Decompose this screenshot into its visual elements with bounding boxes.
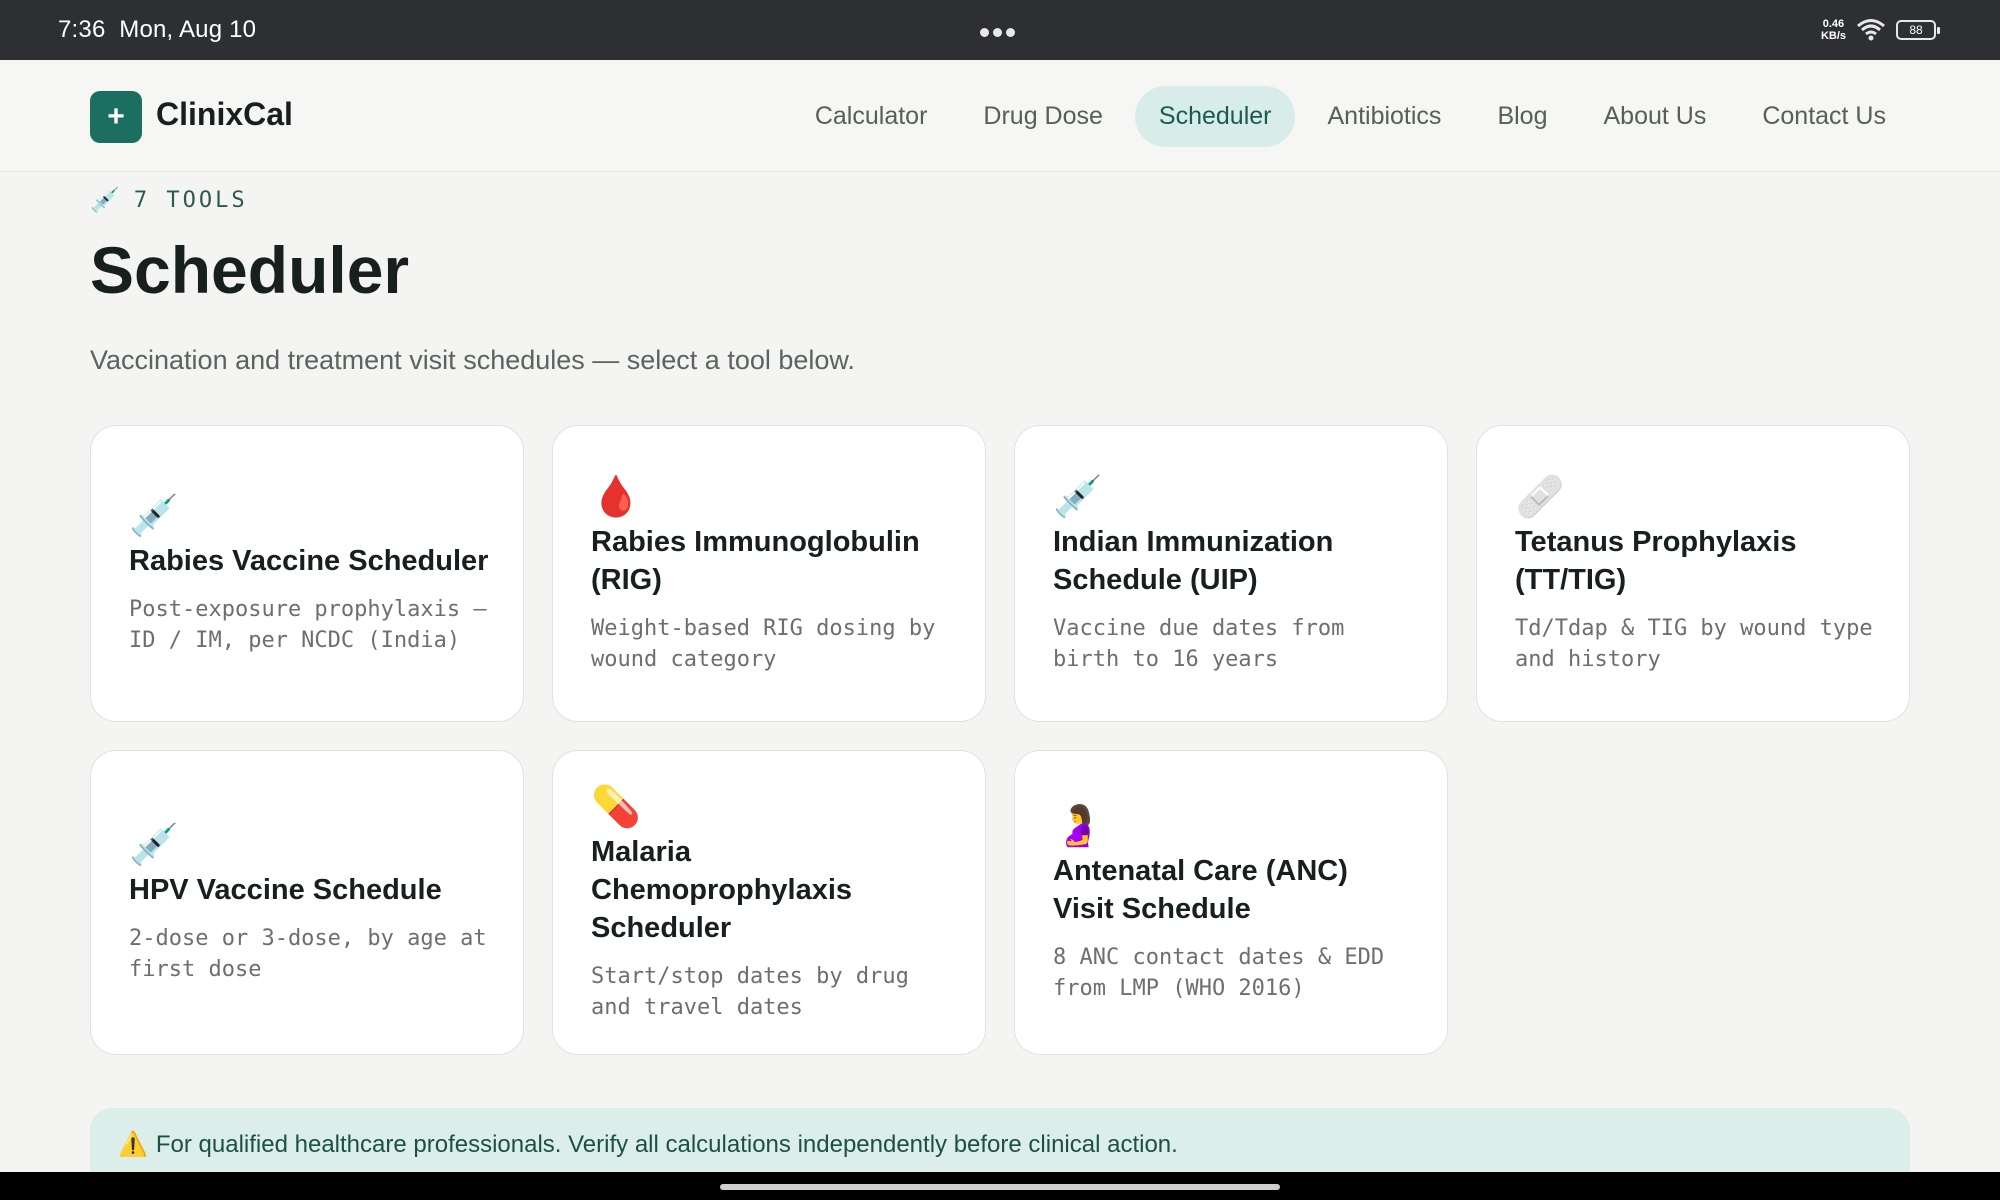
- page-title: Scheduler: [90, 233, 410, 307]
- card-description: Post-exposure prophylaxis — ID / IM, per…: [129, 596, 487, 653]
- syringe-icon: 💉: [129, 822, 179, 867]
- logo-plus-icon[interactable]: +: [90, 91, 142, 143]
- system-nav-bar: [0, 1172, 2000, 1200]
- battery-icon: 88: [1896, 20, 1940, 40]
- battery-level: 88: [1909, 23, 1923, 37]
- tools-count-eyebrow: 💉 7 TOOLS: [90, 186, 248, 215]
- more-dots-icon[interactable]: [980, 24, 1020, 37]
- card-title: Malaria Chemoprophylaxis Scheduler: [591, 835, 853, 944]
- card-title: Rabies Immunoglobulin (RIG): [591, 525, 920, 596]
- nav-about-us[interactable]: About Us: [1579, 86, 1730, 147]
- card-description: Start/stop dates by drug and travel date…: [591, 963, 909, 1020]
- card-antenatal-care-visit-schedule[interactable]: 🤰 Antenatal Care (ANC) Visit Schedule 8 …: [1014, 750, 1448, 1055]
- card-malaria-chemoprophylaxis-scheduler[interactable]: 💊 Malaria Chemoprophylaxis Scheduler Sta…: [552, 750, 986, 1055]
- status-time: 7:36 Mon, Aug 10: [58, 16, 256, 44]
- card-hpv-vaccine-schedule[interactable]: 💉 HPV Vaccine Schedule 2-dose or 3-dose,…: [90, 750, 524, 1055]
- pregnant-woman-icon: 🤰: [1053, 803, 1103, 848]
- syringe-icon: 💉: [1053, 474, 1103, 519]
- nav-calculator[interactable]: Calculator: [791, 86, 952, 147]
- network-speed: 0.46 KB/s: [1820, 18, 1846, 42]
- site-header: + ClinixCal Calculator Drug Dose Schedul…: [0, 60, 2000, 172]
- disclaimer-text: For qualified healthcare professionals. …: [155, 1130, 1178, 1158]
- pill-icon: 💊: [591, 784, 641, 829]
- card-rabies-vaccine-scheduler[interactable]: 💉 Rabies Vaccine Scheduler Post-exposure…: [90, 425, 524, 722]
- card-title: Rabies Vaccine Scheduler: [129, 544, 489, 577]
- card-description: Vaccine due dates from birth to 16 years: [1053, 615, 1345, 672]
- nav-contact-us[interactable]: Contact Us: [1738, 86, 1910, 147]
- card-description: 8 ANC contact dates & EDD from LMP (WHO …: [1053, 944, 1385, 1001]
- card-title: HPV Vaccine Schedule: [129, 873, 442, 906]
- card-title: Tetanus Prophylaxis (TT/TIG): [1515, 525, 1797, 596]
- wifi-icon: [1857, 19, 1885, 41]
- blood-drop-icon: 🩸: [591, 474, 641, 519]
- card-title: Indian Immunization Schedule (UIP): [1053, 525, 1334, 596]
- card-title: Antenatal Care (ANC) Visit Schedule: [1053, 854, 1348, 925]
- nav-scheduler[interactable]: Scheduler: [1134, 86, 1296, 147]
- brand-name[interactable]: ClinixCal: [156, 96, 293, 133]
- card-rabies-immunoglobulin[interactable]: 🩸 Rabies Immunoglobulin (RIG) Weight-bas…: [552, 425, 986, 722]
- syringe-icon: 💉: [90, 187, 120, 214]
- tools-count: 7 TOOLS: [133, 188, 248, 213]
- card-description: Td/Tdap & TIG by wound type and history: [1515, 615, 1873, 672]
- card-indian-immunization-schedule[interactable]: 💉 Indian Immunization Schedule (UIP) Vac…: [1014, 425, 1448, 722]
- status-indicators: 0.46 KB/s 88: [1820, 14, 1940, 46]
- nav-antibiotics[interactable]: Antibiotics: [1303, 86, 1465, 147]
- clock-time: 7:36: [58, 16, 106, 43]
- nav-drug-dose[interactable]: Drug Dose: [959, 86, 1127, 147]
- main-nav: Calculator Drug Dose Scheduler Antibioti…: [791, 86, 1910, 147]
- card-description: Weight-based RIG dosing by wound categor…: [591, 615, 936, 672]
- warning-icon: ⚠️: [118, 1131, 148, 1158]
- bandage-icon: 🩹: [1515, 474, 1565, 519]
- clock-date: Mon, Aug 10: [119, 16, 257, 43]
- home-gesture-handle[interactable]: [720, 1184, 1280, 1190]
- card-description: 2-dose or 3-dose, by age at first dose: [129, 925, 487, 982]
- page-subtitle: Vaccination and treatment visit schedule…: [90, 345, 855, 375]
- syringe-icon: 💉: [129, 493, 179, 538]
- card-tetanus-prophylaxis[interactable]: 🩹 Tetanus Prophylaxis (TT/TIG) Td/Tdap &…: [1476, 425, 1910, 722]
- status-bar: 7:36 Mon, Aug 10 0.46 KB/s 88: [0, 0, 2000, 60]
- nav-blog[interactable]: Blog: [1473, 86, 1571, 147]
